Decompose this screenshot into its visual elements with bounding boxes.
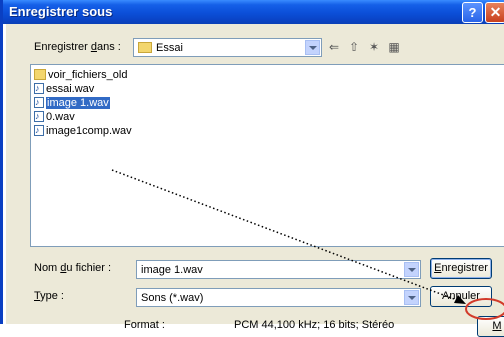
save-in-value: Essai (138, 41, 183, 54)
more-options-button[interactable]: M (477, 316, 504, 337)
format-label: Format : (124, 319, 165, 331)
file-name-value: image 1.wav (141, 264, 203, 276)
save-button-label: nregistrer (441, 262, 488, 274)
up-folder-icon[interactable]: ⇧ (346, 39, 362, 55)
format-value: PCM 44,100 kHz; 16 bits; Stéréo (234, 319, 395, 331)
more-options-label: M (492, 320, 502, 332)
save-as-dialog: Enregistrer sous ? ✕ Enregistrer dans : … (0, 0, 504, 337)
title-bar: Enregistrer sous ? ✕ (3, 0, 504, 24)
list-item[interactable]: 0.wav (34, 110, 77, 124)
help-button[interactable]: ? (462, 2, 483, 23)
folder-icon (34, 68, 46, 80)
list-item-label: voir_fichiers_old (48, 69, 128, 81)
save-in-label: Enregistrer dans : (34, 41, 121, 53)
chevron-down-icon[interactable] (305, 40, 320, 55)
window-title: Enregistrer sous (9, 4, 113, 19)
file-type-label: Type : (34, 290, 64, 302)
chevron-down-icon[interactable] (404, 290, 419, 305)
list-item[interactable]: essai.wav (34, 82, 96, 96)
new-folder-icon[interactable]: ✶ (366, 39, 382, 55)
list-item-label: image1comp.wav (46, 125, 132, 137)
save-in-folder-name: Essai (156, 42, 183, 54)
file-type-value: Sons (*.wav) (141, 292, 204, 304)
chevron-down-icon[interactable] (404, 262, 419, 277)
file-name-label-text-end: u fichier : (66, 262, 112, 274)
wav-file-icon (34, 82, 44, 95)
save-in-dropdown[interactable]: Essai (133, 38, 322, 57)
folder-icon (138, 41, 152, 53)
views-menu-icon[interactable]: ▦ (386, 39, 402, 55)
save-in-label-text-end: ans : (96, 41, 121, 53)
wav-file-icon (34, 110, 44, 123)
back-icon[interactable]: ⇐ (326, 39, 342, 55)
list-item-label: image 1.wav (46, 97, 110, 109)
save-in-label-text: Enregistrer (34, 41, 91, 53)
list-item-label: 0.wav (46, 111, 75, 123)
list-item[interactable]: image1comp.wav (34, 124, 134, 138)
list-item[interactable]: voir_fichiers_old (34, 68, 129, 82)
file-name-label: Nom du fichier : (34, 262, 111, 274)
file-list[interactable]: voir_fichiers_old essai.wav image 1.wav … (30, 64, 504, 247)
cancel-button[interactable]: Annuler (430, 286, 492, 307)
file-type-dropdown[interactable]: Sons (*.wav) (136, 288, 421, 307)
file-name-label-text: Nom (34, 262, 61, 274)
dialog-body: Enregistrer dans : Essai ⇐ ⇧ ✶ ▦ voir_fi… (6, 24, 504, 337)
save-button[interactable]: Enregistrer (430, 258, 492, 279)
wav-file-icon (34, 96, 44, 109)
list-item-label: essai.wav (46, 83, 95, 95)
file-type-label-text: ype : (40, 290, 64, 302)
list-item-selected[interactable]: image 1.wav (34, 96, 112, 110)
help-icon: ? (468, 5, 477, 20)
wav-file-icon (34, 124, 44, 137)
file-name-input[interactable]: image 1.wav (136, 260, 421, 279)
close-icon: ✕ (489, 4, 502, 20)
close-button[interactable]: ✕ (485, 2, 504, 23)
